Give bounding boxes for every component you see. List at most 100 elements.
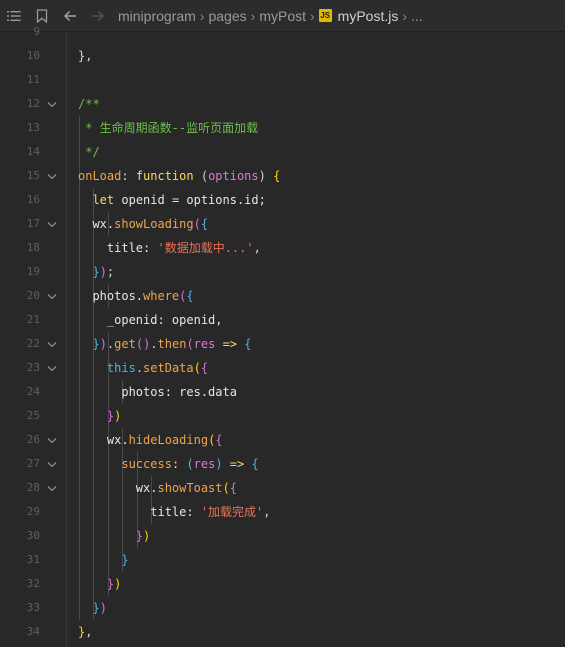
fold-chevron-icon[interactable]	[46, 356, 58, 380]
code-token: */	[78, 145, 100, 159]
code-line: },	[78, 620, 565, 644]
line-number: 22	[26, 337, 40, 350]
code-line: success: (res) => {	[78, 452, 565, 476]
fold-chevron-icon[interactable]	[46, 212, 58, 236]
code-line: wx.showLoading({	[78, 212, 565, 236]
line-number: 31	[26, 553, 40, 566]
code-token: (	[193, 169, 209, 183]
code-token: openid = options.id;	[114, 193, 266, 207]
code-token: (	[222, 481, 230, 495]
fold-chevron-icon[interactable]	[46, 92, 58, 116]
code-token: (	[186, 337, 194, 351]
code-token: ,	[263, 505, 271, 519]
fold-chevron-icon[interactable]	[46, 284, 58, 308]
code-token: {	[251, 457, 259, 471]
code-token: success	[121, 457, 172, 471]
code-area[interactable]: }, /** * 生命周期函数--监听页面加载 */ onLoad: functio…	[67, 32, 565, 647]
code-line: let openid = options.id;	[78, 188, 565, 212]
code-token: =>	[222, 457, 252, 471]
code-line: });	[78, 260, 565, 284]
code-token: )	[114, 577, 122, 591]
code-token: }	[135, 529, 144, 543]
code-token: ()	[135, 337, 151, 351]
code-line: })	[78, 596, 565, 620]
line-number: 34	[26, 625, 40, 638]
code-editor: miniprogram › pages › myPost › JS myPost…	[0, 0, 565, 647]
code-line: * 生命周期函数--监听页面加载	[78, 116, 565, 140]
line-number: 28	[26, 481, 40, 494]
code-token: ,	[253, 241, 261, 255]
code-token: hideLoading	[128, 433, 209, 447]
line-number: 29	[26, 505, 40, 518]
code-token: * 生命周期函数--监听页面加载	[78, 121, 259, 135]
code-token: wx.	[78, 217, 115, 231]
code-token: wx.	[78, 433, 129, 447]
line-number: 16	[26, 193, 40, 206]
code-line: */	[78, 140, 565, 164]
fold-chevron-icon[interactable]	[46, 476, 58, 500]
code-line: })	[78, 524, 565, 548]
code-token: this	[106, 361, 136, 375]
code-line: })	[78, 404, 565, 428]
code-token: )	[99, 265, 107, 279]
line-number: 17	[26, 217, 40, 230]
code-line: },	[78, 44, 565, 68]
code-token: then	[157, 337, 187, 351]
line-number: 11	[26, 73, 40, 86]
code-line: photos.where({	[78, 284, 565, 308]
code-token: photos.	[78, 289, 144, 303]
code-token: photos: res.data	[78, 385, 237, 399]
fold-chevron-icon[interactable]	[46, 452, 58, 476]
line-number: 24	[26, 385, 40, 398]
fold-chevron-icon[interactable]	[46, 164, 58, 188]
code-token: }	[92, 601, 100, 615]
code-line: /**	[78, 92, 565, 116]
line-number: 32	[26, 577, 40, 590]
line-number: 30	[26, 529, 40, 542]
line-number: 9	[33, 25, 40, 38]
code-token: {	[200, 361, 209, 375]
code-token: /**	[78, 97, 100, 111]
line-number-gutter: 9 10 11 12 13 14 15 16 17 18 19 20 21 22 23 24 25 26 27 28 2…	[0, 25, 66, 647]
code-token: function	[135, 169, 194, 183]
code-token: (	[193, 217, 201, 231]
code-token: _openid: openid,	[78, 313, 223, 327]
code-token: (	[186, 457, 194, 471]
code-line: title: '加载完成',	[78, 500, 565, 524]
code-token: )	[258, 169, 274, 183]
code-token: {	[229, 481, 237, 495]
code-token: get	[114, 337, 136, 351]
code-token: {	[186, 289, 194, 303]
fold-chevron-icon[interactable]	[46, 332, 58, 356]
code-token: showLoading	[114, 217, 194, 231]
code-token: )	[99, 601, 107, 615]
code-token: .	[150, 337, 158, 351]
code-token: '数据加载中...'	[157, 241, 254, 255]
code-line: photos: res.data	[78, 380, 565, 404]
code-token: }	[92, 265, 100, 279]
code-token: setData	[143, 361, 194, 375]
code-token: :	[171, 457, 187, 471]
code-token: )	[114, 409, 122, 423]
line-number: 10	[26, 49, 40, 62]
code-line: }).get().then(res => {	[78, 332, 565, 356]
code-token: },	[78, 49, 93, 63]
code-token: ;	[106, 265, 115, 279]
line-number: 14	[26, 145, 40, 158]
code-line: }	[78, 548, 565, 572]
code-token: wx.	[78, 481, 158, 495]
code-token: title:	[78, 505, 201, 519]
line-number: 23	[26, 361, 40, 374]
line-number: 15	[26, 169, 40, 182]
line-number: 12	[26, 97, 40, 110]
line-number: 18	[26, 241, 40, 254]
fold-chevron-icon[interactable]	[46, 428, 58, 452]
